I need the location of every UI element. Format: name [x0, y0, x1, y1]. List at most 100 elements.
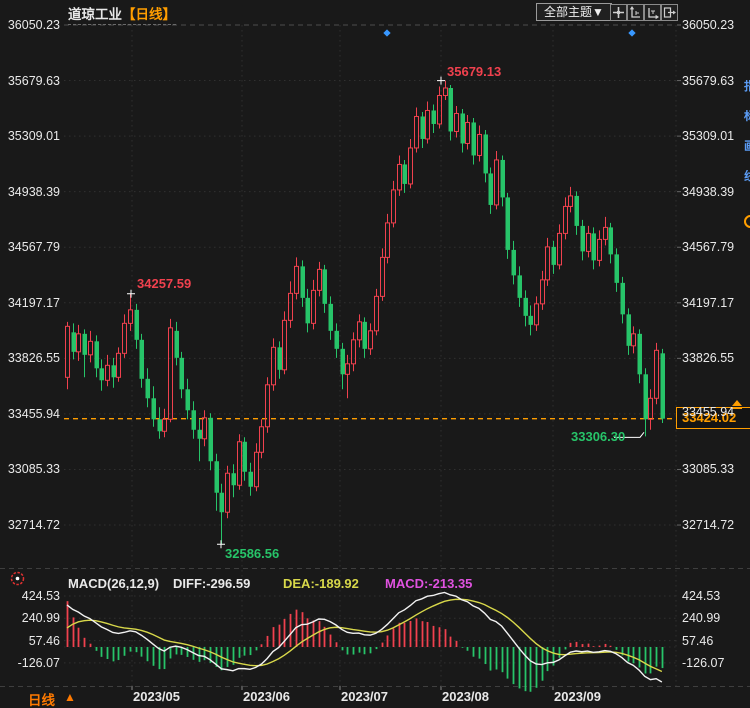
candle-down[interactable] — [175, 331, 180, 358]
candle-up[interactable] — [444, 88, 448, 95]
candle-down[interactable] — [152, 398, 157, 419]
candle-up[interactable] — [346, 364, 350, 374]
candle-down[interactable] — [524, 298, 529, 316]
candle-down[interactable] — [581, 226, 586, 251]
candle-down[interactable] — [472, 122, 477, 155]
candle-up[interactable] — [558, 233, 562, 264]
candle-up[interactable] — [89, 341, 93, 354]
candle-up[interactable] — [392, 190, 396, 223]
candle-down[interactable] — [552, 247, 557, 265]
candle-up[interactable] — [369, 331, 373, 349]
candle-up[interactable] — [495, 160, 499, 205]
candle-up[interactable] — [238, 442, 242, 485]
candle-down[interactable] — [192, 410, 197, 429]
candle-down[interactable] — [220, 493, 225, 512]
candle-up[interactable] — [226, 473, 230, 512]
candle-down[interactable] — [335, 331, 340, 349]
candle-down[interactable] — [644, 374, 649, 419]
candle-up[interactable] — [455, 113, 459, 131]
candle-down[interactable] — [158, 419, 163, 431]
candle-up[interactable] — [604, 227, 608, 239]
candle-down[interactable] — [278, 347, 283, 369]
candle-down[interactable] — [403, 164, 408, 183]
candle-down[interactable] — [501, 160, 506, 197]
scale-x-axis-icon[interactable] — [644, 4, 661, 21]
candle-down[interactable] — [529, 316, 534, 325]
candle-up[interactable] — [587, 233, 591, 251]
candle-up[interactable] — [415, 116, 419, 147]
candle-down[interactable] — [243, 442, 248, 472]
candle-down[interactable] — [575, 196, 580, 226]
candle-up[interactable] — [266, 385, 270, 427]
candle-down[interactable] — [135, 310, 140, 340]
candle-down[interactable] — [249, 472, 254, 487]
candle-down[interactable] — [323, 269, 328, 303]
candle-up[interactable] — [632, 334, 636, 346]
candle-down[interactable] — [180, 358, 185, 389]
candle-up[interactable] — [352, 340, 356, 364]
candle-up[interactable] — [295, 266, 299, 293]
candle-up[interactable] — [564, 206, 568, 233]
candle-down[interactable] — [506, 197, 511, 249]
candle-up[interactable] — [312, 290, 316, 323]
candle-down[interactable] — [232, 473, 237, 485]
candle-down[interactable] — [421, 116, 426, 138]
candle-down[interactable] — [215, 461, 220, 492]
candle-up[interactable] — [123, 323, 127, 353]
candle-down[interactable] — [363, 322, 368, 349]
candle-down[interactable] — [301, 266, 306, 297]
candle-up[interactable] — [163, 419, 167, 431]
candle-down[interactable] — [329, 304, 334, 331]
candle-down[interactable] — [186, 389, 191, 410]
candle-up[interactable] — [466, 122, 470, 143]
chart-canvas[interactable] — [0, 0, 750, 708]
candle-up[interactable] — [426, 110, 430, 138]
candle-down[interactable] — [592, 233, 597, 260]
candle-down[interactable] — [638, 334, 643, 374]
candle-down[interactable] — [489, 173, 494, 204]
candle-up[interactable] — [260, 427, 264, 452]
candle-down[interactable] — [198, 430, 203, 439]
candle-up[interactable] — [535, 304, 539, 325]
move-crosshair-icon[interactable] — [610, 4, 627, 21]
candle-up[interactable] — [318, 269, 322, 290]
candle-up[interactable] — [649, 398, 653, 419]
period-up-arrow-icon[interactable]: ▲ — [64, 690, 76, 704]
candle-up[interactable] — [546, 247, 550, 280]
candle-down[interactable] — [209, 418, 214, 461]
candle-up[interactable] — [169, 328, 173, 419]
candle-down[interactable] — [512, 250, 517, 275]
candle-up[interactable] — [203, 418, 207, 439]
candle-down[interactable] — [112, 365, 117, 377]
scale-y-axis-icon[interactable] — [627, 4, 644, 21]
candle-down[interactable] — [449, 88, 454, 131]
candle-up[interactable] — [541, 280, 545, 304]
candle-up[interactable] — [655, 350, 659, 398]
candle-down[interactable] — [140, 340, 145, 379]
candle-up[interactable] — [598, 239, 602, 260]
candle-up[interactable] — [438, 95, 442, 123]
candle-up[interactable] — [283, 320, 287, 369]
candle-up[interactable] — [289, 293, 293, 320]
candle-down[interactable] — [484, 134, 489, 173]
candle-up[interactable] — [358, 322, 362, 340]
candle-down[interactable] — [518, 275, 523, 297]
candle-down[interactable] — [615, 254, 620, 282]
theme-dropdown[interactable]: 全部主题▼ — [536, 3, 612, 21]
candle-up[interactable] — [409, 148, 413, 184]
indicator-target-icon[interactable] — [9, 570, 26, 587]
candle-down[interactable] — [461, 113, 466, 143]
candle-up[interactable] — [66, 326, 70, 377]
candle-down[interactable] — [621, 283, 626, 314]
event-marker-icon[interactable] — [628, 29, 635, 36]
candle-up[interactable] — [272, 347, 276, 384]
candle-up[interactable] — [375, 296, 379, 330]
candle-down[interactable] — [83, 334, 88, 355]
candle-down[interactable] — [306, 298, 311, 323]
candle-down[interactable] — [100, 368, 105, 380]
candle-up[interactable] — [569, 196, 573, 206]
period-selector[interactable]: 日线 — [28, 689, 55, 708]
candle-down[interactable] — [341, 349, 346, 374]
pane-exit-icon[interactable] — [661, 4, 678, 21]
candle-down[interactable] — [146, 379, 151, 398]
